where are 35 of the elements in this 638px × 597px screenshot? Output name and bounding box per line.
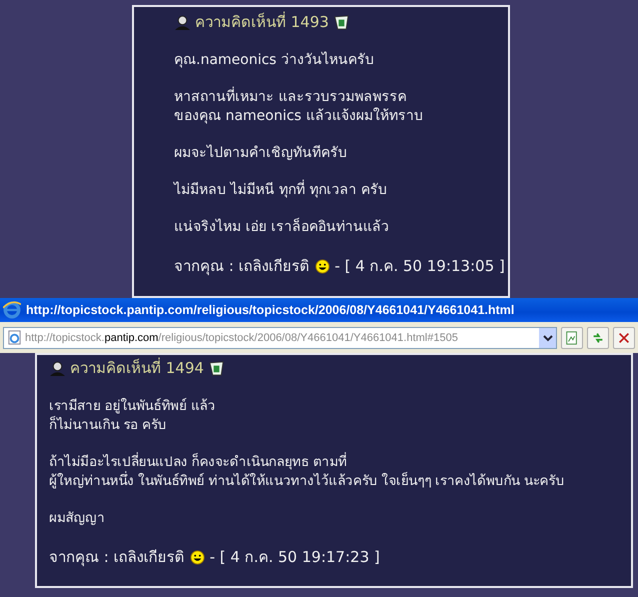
- comment-text: ผมสัญญา: [49, 509, 106, 528]
- smiley-icon: [190, 550, 205, 564]
- refresh-icon: [591, 330, 605, 344]
- address-field[interactable]: http://topicstock.pantip.com/religious/topicstock/2006/08/Y4661041/Y4661041.html#1505: [3, 326, 557, 348]
- author-name: จากคุณ : เถลิงเกียรติ: [174, 256, 310, 278]
- browser-icon: [3, 301, 21, 319]
- go-button[interactable]: [561, 326, 583, 348]
- comment-text: ผมจะไปตามคำเชิญทันทีครับ: [174, 144, 348, 163]
- close-icon: [617, 330, 631, 344]
- bin-icon[interactable]: [332, 14, 350, 30]
- stop-button[interactable]: [613, 326, 635, 348]
- window-title: http://topicstock.pantip.com/religious/topicstock/2006/08/Y4661041/Y4661041.html: [26, 303, 514, 317]
- dropdown-button[interactable]: [539, 328, 556, 348]
- comment-text: เรามีสาย อยู่ในพันธ์ทิพย์ แล้ว: [49, 397, 216, 416]
- comment-text: ไม่มีหลบ ไม่มีหนี ทุกที่ ทุกเวลา ครับ: [174, 181, 508, 200]
- post-date: - [ 4 ก.ค. 50 19:13:05 ]: [334, 256, 505, 277]
- comment-text: ถ้าไม่มีอะไรเปลี่ยนแปลง ก็คงจะดำเนินกลยุทธ ตามที่: [49, 453, 348, 471]
- comment-title: ความคิดเห็นที่ 1493: [195, 10, 329, 33]
- comment-text: ผู้ใหญ่ท่านหนึ่ง ในพันธ์ทิพย์ ท่านได้ให้แนวทางไว้แล้วครับ ใจเย็นๆๆ เราคงได้พบกัน นะครับ: [49, 472, 566, 491]
- comment-text: คุณ.nameonics ว่างวันไหนครับ: [174, 51, 375, 70]
- comment-title: ความคิดเห็นที่ 1494: [70, 356, 204, 379]
- chart-page-icon: [565, 330, 579, 344]
- user-icon: [49, 360, 66, 376]
- author-name: จากคุณ : เถลิงเกียรติ: [49, 547, 185, 568]
- user-icon: [174, 14, 191, 30]
- bin-icon[interactable]: [208, 360, 225, 376]
- refresh-button[interactable]: [587, 326, 609, 348]
- comment-text: หาสถานที่เหมาะ และรวบรวมพลพรรค: [174, 88, 508, 107]
- comment-text: ของคุณ nameonics แล้วแจ้งผมให้ทราบ: [174, 107, 424, 126]
- smiley-icon: [314, 258, 330, 274]
- chevron-down-icon: [542, 332, 552, 342]
- post-date: - [ 4 ก.ค. 50 19:17:23 ]: [210, 547, 380, 568]
- page-icon: [7, 330, 22, 345]
- comment-text: ก็ไม่นานเกิน รอ ครับ: [49, 416, 168, 435]
- comment-text: แน่จริงไหม เอ่ย เราล็อคอินท่านแล้ว: [174, 218, 390, 237]
